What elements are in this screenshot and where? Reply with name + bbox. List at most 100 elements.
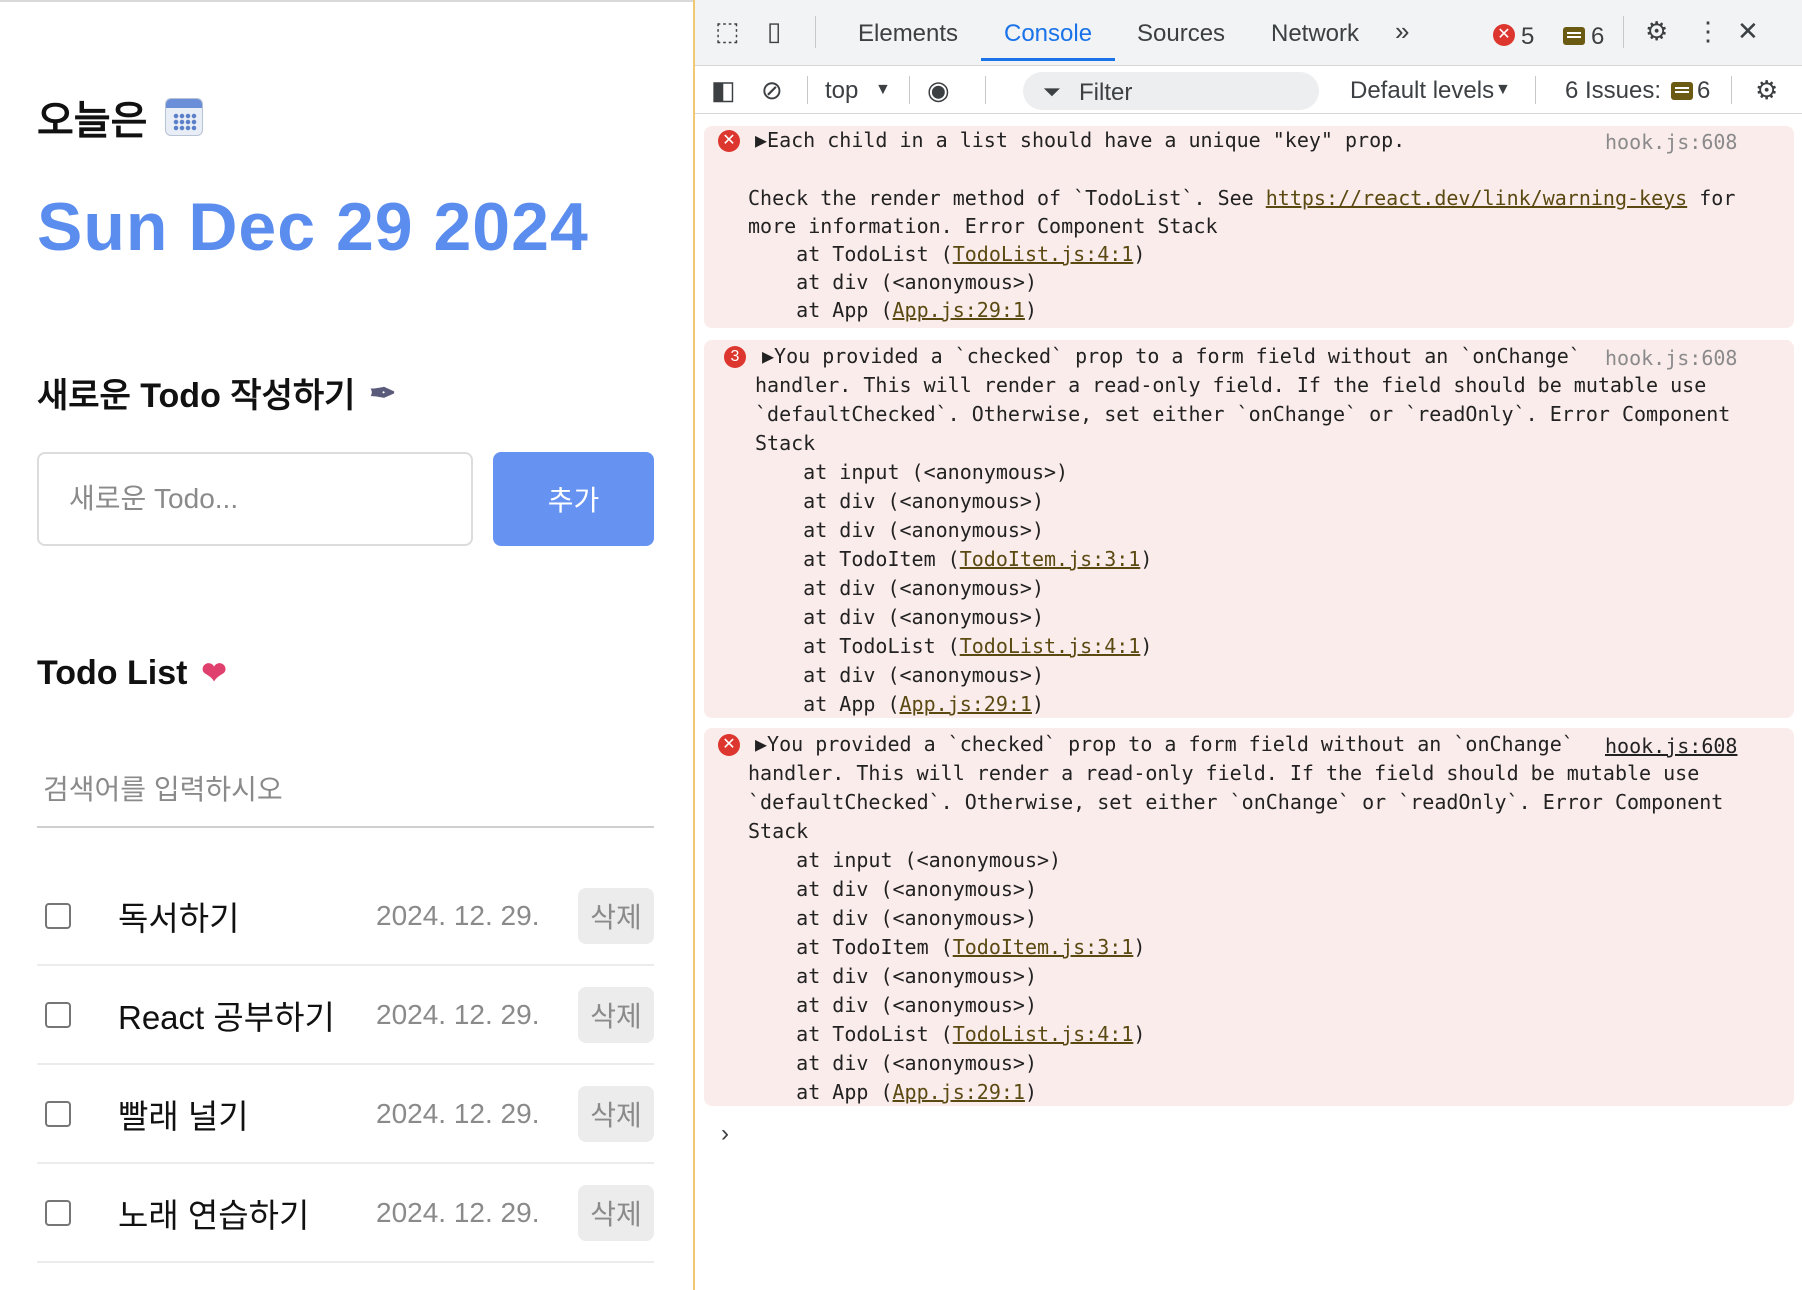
tab-elements[interactable]: Elements xyxy=(858,20,958,48)
tab-network[interactable]: Network xyxy=(1271,20,1359,48)
close-paren: ) xyxy=(1024,1080,1037,1104)
todo-list: 독서하기 2024. 12. 29. 삭제 React 공부하기 2024. 1… xyxy=(37,867,654,1263)
issues-count[interactable]: 6 xyxy=(1697,77,1710,105)
delete-button[interactable]: 삭제 xyxy=(578,986,654,1043)
calendar-icon xyxy=(165,98,204,136)
message-source-link[interactable]: hook.js:608 xyxy=(1605,346,1737,370)
close-paren: ) xyxy=(1133,935,1146,959)
issues-icon[interactable] xyxy=(1671,82,1693,100)
stack-line: at App (App.js:29:1) xyxy=(748,300,1037,320)
divider xyxy=(807,76,808,104)
todo-checkbox[interactable] xyxy=(45,1199,71,1226)
divider xyxy=(985,76,986,104)
more-options-icon[interactable]: ⋮ xyxy=(1695,18,1721,44)
devtools-panel: ⬚ ▯ Elements Console Sources Network » ✕… xyxy=(693,0,1802,1290)
message-count-icon[interactable] xyxy=(1563,27,1585,45)
stack-line: at TodoItem (TodoItem.js:3:1) xyxy=(748,937,1145,957)
todo-item: React 공부하기 2024. 12. 29. 삭제 xyxy=(37,966,654,1065)
list-title-text: Todo List xyxy=(37,654,188,692)
message-line[interactable]: ▶You provided a `checked` prop to a form… xyxy=(755,734,1574,754)
stack-text: at TodoList ( xyxy=(748,1022,953,1046)
new-todo-input[interactable] xyxy=(37,452,473,546)
settings-gear-icon[interactable]: ⚙ xyxy=(1645,18,1668,44)
delete-button[interactable]: 삭제 xyxy=(578,1184,654,1241)
pen-icon: ✒ xyxy=(369,374,397,411)
stack-link[interactable]: App.js:29:1 xyxy=(893,1080,1025,1104)
stack-link[interactable]: TodoItem.js:3:1 xyxy=(953,935,1134,959)
clear-console-icon[interactable]: ⊘ xyxy=(761,77,783,103)
delete-button[interactable]: 삭제 xyxy=(578,887,654,944)
stack-line: at div (<anonymous>) xyxy=(748,877,1037,901)
todo-text: 노래 연습하기 xyxy=(118,1196,310,1234)
console-settings-gear-icon[interactable]: ⚙ xyxy=(1755,77,1778,103)
stack-line: at div (<anonymous>) xyxy=(748,993,1037,1017)
stack-line: at div (<anonymous>) xyxy=(755,663,1044,687)
stack-link[interactable]: TodoList.js:4:1 xyxy=(960,634,1141,658)
device-toolbar-icon[interactable]: ▯ xyxy=(767,18,781,44)
stack-line: at App (App.js:29:1) xyxy=(748,1082,1037,1102)
message-source-link[interactable]: hook.js:608 xyxy=(1605,130,1737,154)
todo-item: 독서하기 2024. 12. 29. 삭제 xyxy=(37,867,654,966)
issues-label[interactable]: 6 Issues: xyxy=(1565,77,1661,105)
delete-button[interactable]: 삭제 xyxy=(578,1085,654,1142)
chevron-down-icon[interactable]: ▼ xyxy=(875,81,891,99)
chevron-down-icon[interactable]: ▼ xyxy=(1495,81,1511,99)
stack-link[interactable]: TodoItem.js:3:1 xyxy=(960,547,1141,571)
filter-placeholder: Filter xyxy=(1079,79,1133,106)
devtools-tab-bar: ⬚ ▯ Elements Console Sources Network » ✕… xyxy=(695,0,1802,66)
divider xyxy=(1623,16,1624,48)
stack-text: at TodoItem ( xyxy=(755,547,960,571)
tab-sources[interactable]: Sources xyxy=(1137,20,1225,48)
add-button[interactable]: 추가 xyxy=(493,452,654,546)
error-count[interactable]: 5 xyxy=(1521,23,1534,51)
message-line: `defaultChecked`. Otherwise, set either … xyxy=(748,790,1724,814)
warning-keys-link[interactable]: https://react.dev/link/warning-keys xyxy=(1266,186,1687,210)
stack-line: at div (<anonymous>) xyxy=(755,489,1044,513)
more-tabs-icon[interactable]: » xyxy=(1395,18,1409,44)
inspect-element-icon[interactable]: ⬚ xyxy=(715,18,740,44)
filter-funnel-icon: ⏷ xyxy=(1043,79,1061,104)
stack-line: at TodoItem (TodoItem.js:3:1) xyxy=(755,549,1152,569)
console-prompt-chevron[interactable]: › xyxy=(721,1120,729,1148)
stack-line: at div (<anonymous>) xyxy=(748,964,1037,988)
stack-text: at TodoList ( xyxy=(755,634,960,658)
search-input[interactable] xyxy=(37,754,654,828)
list-title: Todo List ❤ xyxy=(37,654,227,693)
todo-date: 2024. 12. 29. xyxy=(376,1196,540,1228)
console-toolbar: ◧ ⊘ top ▼ ◉ ⏷ Filter Default levels ▼ 6 … xyxy=(695,66,1802,114)
todo-checkbox[interactable] xyxy=(45,902,71,929)
message-line[interactable]: ▶You provided a `checked` prop to a form… xyxy=(762,346,1581,366)
error-count-icon[interactable]: ✕ xyxy=(1493,24,1515,46)
heart-icon: ❤ xyxy=(201,657,227,690)
stack-link[interactable]: TodoList.js:4:1 xyxy=(953,1022,1134,1046)
filter-input[interactable]: ⏷ Filter xyxy=(1023,72,1319,110)
stack-link[interactable]: TodoList.js:4:1 xyxy=(953,242,1134,266)
context-selector[interactable]: top xyxy=(825,77,858,105)
console-error-message-grouped: 3 ▶You provided a `checked` prop to a fo… xyxy=(704,340,1794,718)
message-count[interactable]: 6 xyxy=(1591,23,1604,51)
close-paren: ) xyxy=(1024,298,1037,322)
close-icon[interactable]: ✕ xyxy=(1737,18,1759,44)
error-repeat-count-badge: 3 xyxy=(724,346,746,368)
stack-line: at input (<anonymous>) xyxy=(755,460,1069,484)
message-source-link[interactable]: hook.js:608 xyxy=(1605,734,1737,758)
active-tab-indicator xyxy=(981,58,1115,61)
log-levels-dropdown[interactable]: Default levels xyxy=(1350,77,1494,105)
message-line[interactable]: ▶Each child in a list should have a uniq… xyxy=(755,130,1405,150)
stack-link[interactable]: App.js:29:1 xyxy=(900,692,1032,716)
divider xyxy=(815,16,816,48)
divider xyxy=(909,76,910,104)
message-line: Check the render method of `TodoList`. S… xyxy=(748,188,1735,208)
todo-date: 2024. 12. 29. xyxy=(376,899,540,931)
live-expression-eye-icon[interactable]: ◉ xyxy=(927,77,950,103)
stack-line: at input (<anonymous>) xyxy=(748,848,1062,872)
stack-link[interactable]: App.js:29:1 xyxy=(893,298,1025,322)
editor-title-text: 새로운 Todo 작성하기 xyxy=(37,377,356,415)
tab-console[interactable]: Console xyxy=(1004,20,1092,48)
today-label: 오늘은 xyxy=(37,99,148,143)
todo-checkbox[interactable] xyxy=(45,1001,71,1028)
sidebar-toggle-icon[interactable]: ◧ xyxy=(711,77,736,103)
todo-checkbox[interactable] xyxy=(45,1100,71,1127)
message-line: `defaultChecked`. Otherwise, set either … xyxy=(755,402,1731,426)
divider xyxy=(1535,76,1536,104)
